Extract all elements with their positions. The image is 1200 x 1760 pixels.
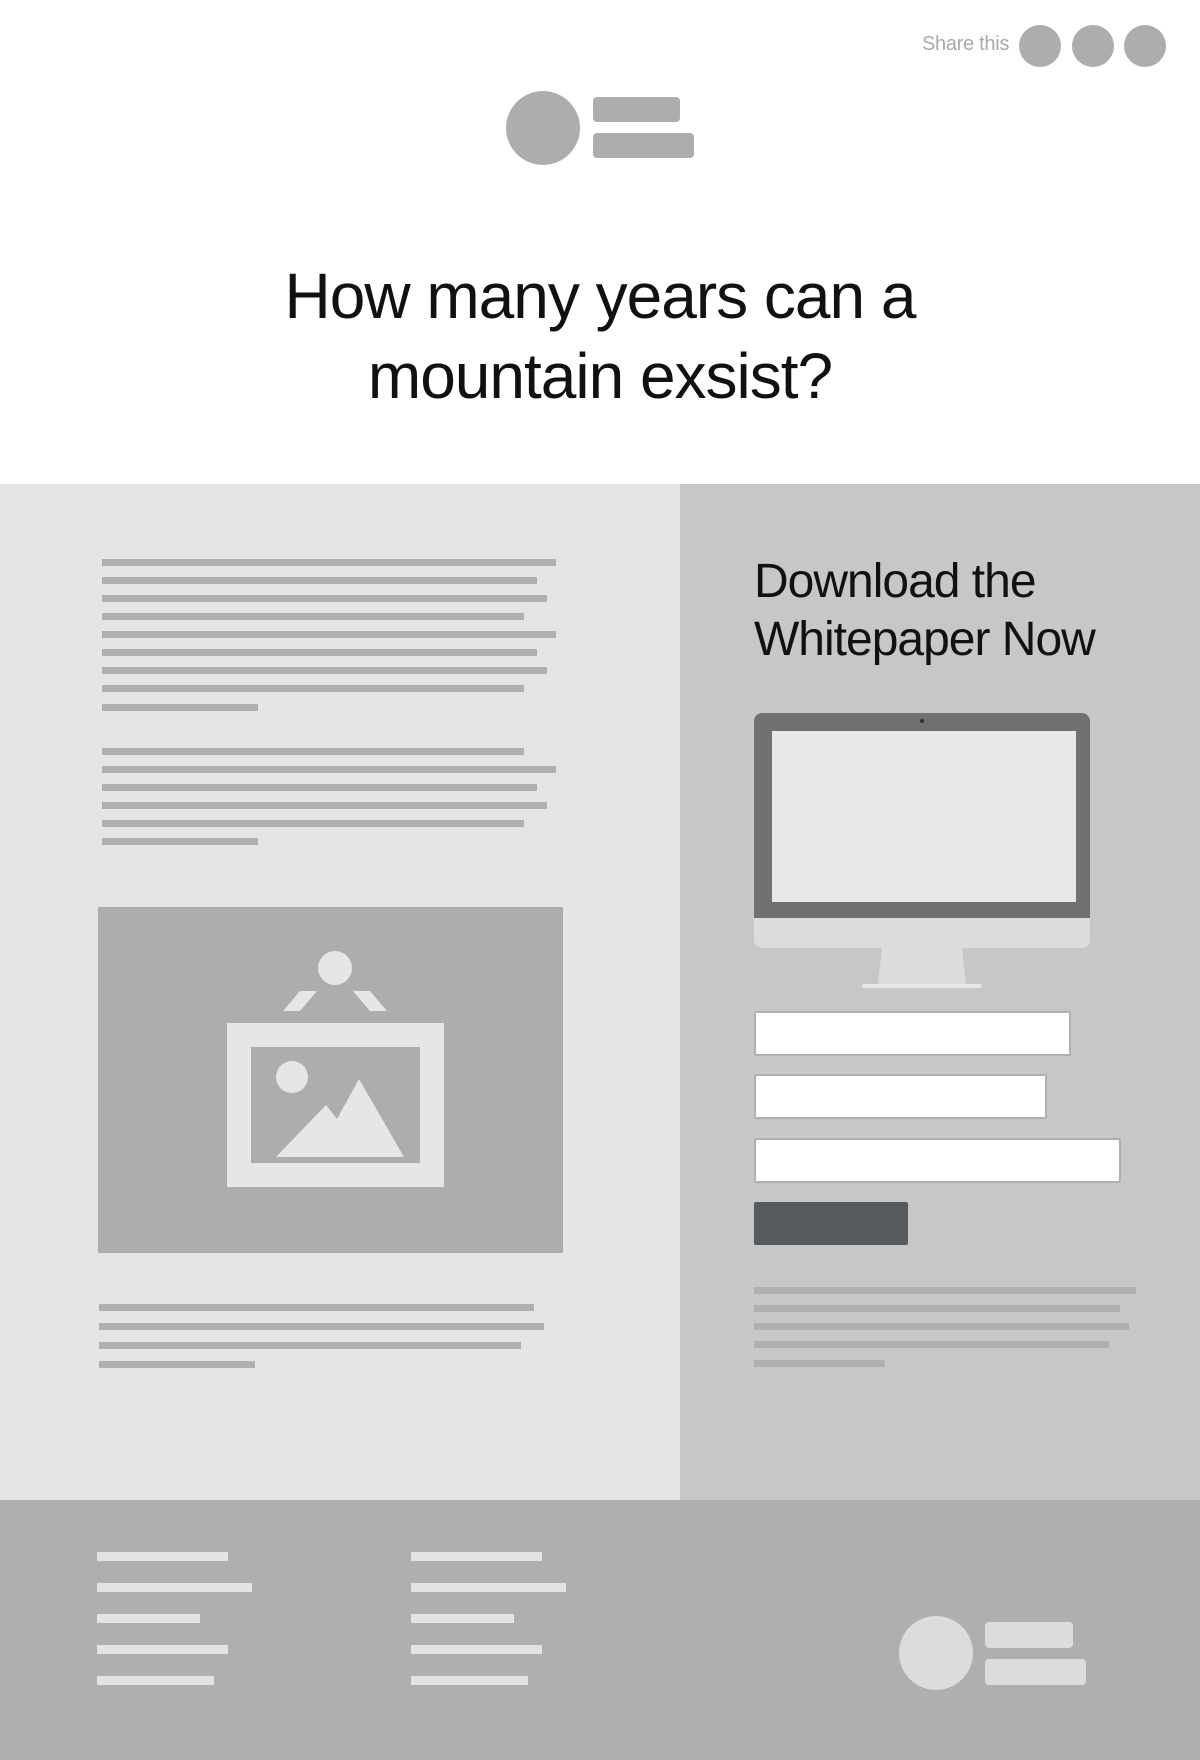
footer-link[interactable] [97, 1552, 228, 1561]
download-submit-button[interactable] [754, 1202, 908, 1245]
text-line [102, 704, 258, 711]
page-title-line-2: mountain exsist? [367, 340, 833, 412]
footer-link[interactable] [411, 1614, 514, 1623]
text-line [754, 1323, 1129, 1330]
text-line [102, 559, 556, 566]
share-button-3[interactable] [1124, 25, 1166, 67]
footer-link[interactable] [97, 1676, 214, 1685]
share-button-2[interactable] [1072, 25, 1114, 67]
page-title: How many years can a mountain exsist? [0, 256, 1200, 416]
footer-link[interactable] [97, 1645, 228, 1654]
text-line [102, 613, 524, 620]
logo-bar [593, 133, 694, 158]
text-line [99, 1323, 544, 1330]
sidebar-title: Download the Whitepaper Now [754, 553, 1174, 669]
footer-link[interactable] [97, 1583, 252, 1592]
footer-link[interactable] [97, 1614, 200, 1623]
text-line [102, 595, 547, 602]
image-placeholder-icon [227, 951, 444, 1187]
text-line [102, 685, 524, 692]
share-button-1[interactable] [1019, 25, 1061, 67]
page-title-line-1: How many years can a [284, 260, 917, 332]
form-field-2[interactable] [754, 1074, 1047, 1119]
text-line [754, 1341, 1109, 1348]
text-line [102, 649, 537, 656]
text-line [102, 577, 537, 584]
text-line [102, 766, 556, 773]
footer-logo-bar [985, 1659, 1086, 1685]
sidebar-title-line-2: Whitepaper Now [754, 613, 1096, 666]
logo-circle-icon [506, 91, 580, 165]
footer-link[interactable] [411, 1676, 528, 1685]
footer-logo-bar [985, 1622, 1073, 1648]
content-image [98, 907, 563, 1253]
text-line [99, 1361, 255, 1368]
form-field-3[interactable] [754, 1138, 1121, 1183]
text-line [102, 802, 547, 809]
text-line [102, 838, 258, 845]
text-line [102, 667, 547, 674]
monitor-screen [772, 731, 1076, 902]
footer-link[interactable] [411, 1645, 542, 1654]
text-line [754, 1360, 885, 1367]
monitor-camera [920, 719, 924, 723]
form-field-1[interactable] [754, 1011, 1071, 1056]
text-line [99, 1304, 534, 1311]
text-line [102, 748, 524, 755]
monitor-stand [862, 948, 982, 988]
text-line [754, 1287, 1136, 1294]
sidebar-title-line-1: Download the [754, 555, 1037, 608]
text-line [102, 631, 556, 638]
share-label: Share this [922, 33, 1010, 55]
footer-link[interactable] [411, 1552, 542, 1561]
text-line [102, 820, 524, 827]
text-line [754, 1305, 1120, 1312]
logo-bar [593, 97, 680, 122]
footer-link[interactable] [411, 1583, 566, 1592]
footer-logo-circle-icon [899, 1616, 973, 1690]
text-line [102, 784, 537, 791]
text-line [99, 1342, 521, 1349]
